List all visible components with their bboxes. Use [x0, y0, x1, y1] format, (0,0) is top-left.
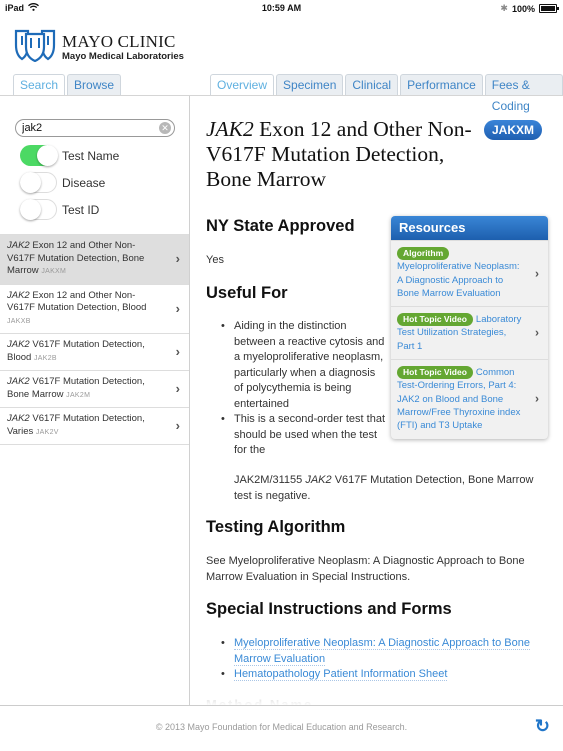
special-instructions-list: Myeloproliferative Neoplasm: A Diagnosti… — [206, 636, 551, 683]
clock: 10:59 AM — [261, 3, 302, 13]
ny-state-heading: NY State Approved — [206, 217, 355, 235]
footer: © 2013 Mayo Foundation for Medical Educa… — [0, 705, 563, 751]
result-gene: JAK2 — [7, 339, 30, 350]
special-instructions-heading: Special Instructions and Forms — [206, 600, 452, 618]
copyright: © 2013 Mayo Foundation for Medical Educa… — [155, 722, 408, 732]
result-item-jak2b[interactable]: JAK2 V617F Mutation Detection, Blood JAK… — [0, 334, 189, 371]
special-link[interactable]: Hematopathology Patient Information Shee… — [234, 668, 448, 681]
search-input[interactable] — [22, 121, 152, 135]
tab-browse[interactable]: Browse — [67, 74, 122, 95]
useful-item: This is a second-order test that should … — [206, 412, 386, 459]
detail-tabs: Overview Specimen Clinical Performance F… — [210, 74, 563, 113]
scroll-fade — [190, 692, 563, 706]
result-gene: JAK2 — [7, 413, 30, 424]
filter-test-name: Test Name — [20, 145, 119, 166]
tab-fees-coding[interactable]: Fees & Coding — [484, 74, 563, 113]
testing-algorithm-heading: Testing Algorithm — [206, 518, 346, 536]
result-item-jak2v[interactable]: JAK2 V617F Mutation Detection, Varies JA… — [0, 408, 189, 445]
filter-label: Test Name — [62, 148, 120, 163]
resource-tag: Hot Topic Video — [397, 366, 473, 380]
logo-subtitle: Mayo Medical Laboratories — [62, 51, 184, 63]
test-title: JAK2 Exon 12 and Other Non-V617F Mutatio… — [206, 117, 476, 192]
battery-percent: 100% — [511, 3, 535, 14]
chevron-right-icon: › — [175, 251, 180, 266]
special-link-item: Myeloproliferative Neoplasm: A Diagnosti… — [206, 636, 551, 667]
result-code: JAKXM — [41, 268, 67, 275]
tab-search[interactable]: Search — [13, 74, 66, 95]
testing-algorithm-text: See Myeloproliferative Neoplasm: A Diagn… — [206, 555, 525, 583]
filter-test-id: Test ID — [20, 199, 99, 220]
resources-heading: Resources — [391, 216, 548, 240]
mayo-clinic-logo: MAYO CLINIC Mayo Medical Laboratories — [14, 28, 184, 67]
result-code: JAK2B — [33, 354, 57, 362]
battery-icon — [539, 4, 559, 13]
clear-search-icon[interactable]: ✕ — [159, 122, 171, 134]
result-item-jak2m[interactable]: JAK2 V617F Mutation Detection, Bone Marr… — [0, 371, 189, 408]
result-item-jakxm[interactable]: JAK2 Exon 12 and Other Non-V617F Mutatio… — [0, 235, 189, 285]
status-bar: iPad 10:59 AM ✱ 100% — [0, 0, 563, 16]
useful-for-list: Aiding in the distinction between a reac… — [206, 319, 386, 459]
sidebar: ✕ Test Name Disease Test ID JAK2 Exon 12… — [0, 96, 190, 706]
filter-label: Test ID — [62, 202, 100, 217]
useful-item-continuation: JAK2M/31155 JAK2 V617F Mutation Detectio… — [234, 473, 554, 504]
filter-label: Disease — [62, 175, 106, 190]
search-field[interactable]: ✕ — [15, 119, 175, 137]
chevron-right-icon: › — [535, 391, 539, 406]
shield-logo-icon — [14, 28, 56, 67]
results-list: JAK2 Exon 12 and Other Non-V617F Mutatio… — [0, 234, 189, 445]
result-code: JAK2M — [66, 391, 91, 399]
toggle-knob — [20, 172, 41, 193]
resources-panel: Resources AlgorithmMyeloproliferative Ne… — [391, 216, 548, 439]
bluetooth-icon: ✱ — [500, 3, 508, 13]
useful-item-gene: JAK2 — [305, 474, 332, 486]
result-item-jakxb[interactable]: JAK2 Exon 12 and Other Non-V617F Mutatio… — [0, 284, 189, 334]
special-link-item: Hematopathology Patient Information Shee… — [206, 667, 551, 683]
result-gene: JAK2 — [7, 376, 30, 387]
refresh-icon[interactable]: ↻ — [535, 716, 550, 737]
filter-disease: Disease — [20, 172, 105, 193]
tab-specimen[interactable]: Specimen — [276, 74, 344, 95]
chevron-right-icon: › — [175, 380, 180, 396]
useful-item: Aiding in the distinction between a reac… — [206, 319, 386, 412]
chevron-right-icon: › — [535, 325, 539, 340]
resource-item[interactable]: AlgorithmMyeloproliferative Neoplasm: A … — [391, 240, 548, 306]
chevron-right-icon: › — [175, 343, 180, 359]
useful-item-text: JAK2M/31155 — [234, 474, 306, 486]
result-gene: JAK2 — [7, 240, 30, 251]
resource-item[interactable]: Hot Topic Video Common Test-Ordering Erro… — [391, 359, 548, 438]
chevron-right-icon: › — [175, 417, 180, 433]
resource-item[interactable]: Hot Topic Video Laboratory Test Utilizati… — [391, 306, 548, 359]
resource-link[interactable]: Myeloproliferative Neoplasm: A Diagnosti… — [397, 261, 520, 299]
result-code: JAKXB — [7, 317, 31, 325]
resource-tag: Hot Topic Video — [397, 313, 473, 327]
chevron-right-icon: › — [175, 300, 180, 316]
title-gene: JAK2 — [206, 117, 254, 141]
test-name-toggle[interactable] — [20, 145, 58, 166]
useful-for-heading: Useful For — [206, 284, 288, 302]
ny-state-value: Yes — [206, 254, 224, 266]
chevron-right-icon: › — [535, 265, 539, 280]
resource-tag: Algorithm — [397, 247, 450, 260]
sidebar-tabs: Search Browse — [13, 74, 122, 95]
test-id-toggle[interactable] — [20, 199, 57, 220]
toggle-knob — [20, 199, 41, 220]
logo-title: MAYO CLINIC — [62, 32, 176, 52]
result-gene: JAK2 — [7, 289, 30, 301]
result-code: JAK2V — [35, 428, 59, 436]
disease-toggle[interactable] — [20, 172, 57, 193]
tab-clinical[interactable]: Clinical — [345, 74, 399, 95]
toggle-knob — [37, 145, 58, 166]
tab-overview[interactable]: Overview — [210, 74, 275, 95]
special-link[interactable]: Myeloproliferative Neoplasm: A Diagnosti… — [234, 637, 530, 666]
test-code-badge: JAKXM — [484, 120, 543, 140]
tab-performance[interactable]: Performance — [400, 74, 483, 95]
